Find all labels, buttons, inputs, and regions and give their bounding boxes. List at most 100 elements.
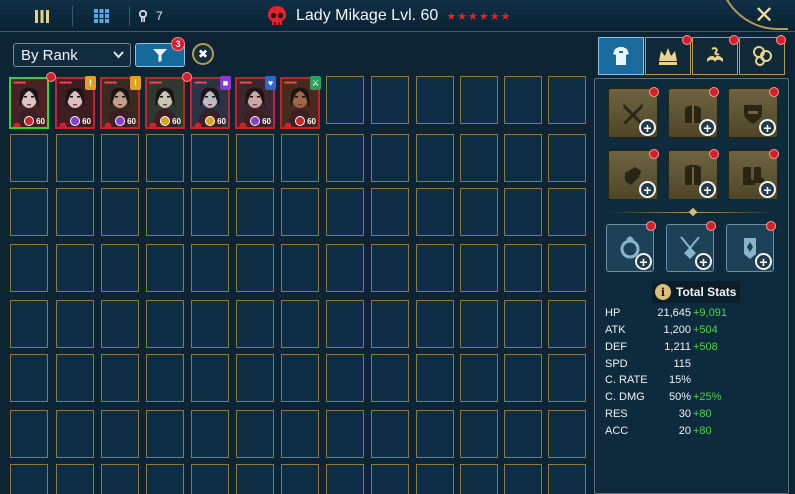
champion-grid: ●●●●●● 60 ●●●●●● 60! ●●●●●● 60! ●●●●●● 60 ●●●●●●… (9, 72, 590, 494)
faction-icon (149, 117, 157, 127)
add-icon: + (699, 181, 716, 198)
stat-value: 20 (678, 425, 691, 437)
close-icon[interactable]: ✕ (754, 1, 774, 30)
empty-champion-slot (326, 134, 364, 182)
empty-champion-slot (101, 188, 139, 236)
champion-level: 60 (82, 117, 91, 126)
ring-slot[interactable]: + (606, 224, 654, 272)
empty-champion-slot (326, 300, 364, 348)
clear-filter-button[interactable]: ✖ (192, 43, 214, 65)
empty-champion-slot (416, 76, 454, 124)
empty-champion-slot (191, 464, 229, 494)
grid-icon[interactable] (88, 0, 114, 32)
stat-name: HP (605, 307, 621, 319)
stat-row: ACC 20 +80 (605, 425, 785, 443)
stat-name: ATK (605, 324, 626, 336)
affinity-icon (70, 116, 80, 126)
empty-champion-slot (146, 354, 184, 402)
tab-armor[interactable] (598, 37, 644, 75)
stat-row: RES 30 +80 (605, 408, 785, 426)
info-icon[interactable]: i (655, 284, 671, 300)
coins-icon (753, 46, 772, 66)
stat-value: 21,645 (657, 307, 691, 319)
key-count: 7 (156, 9, 163, 23)
empty-champion-slot (10, 354, 48, 402)
empty-champion-slot (10, 410, 48, 458)
champion-status-badge: ! (85, 76, 96, 90)
empty-champion-slot (371, 410, 409, 458)
champion-card[interactable]: ●●●●●● 60 (9, 77, 49, 129)
notification-dot (769, 149, 779, 159)
empty-champion-slot (326, 188, 364, 236)
rank-stars: ●●●●●● (239, 80, 252, 86)
add-icon: + (639, 181, 656, 198)
corner-ornament (718, 0, 788, 30)
total-stats-header[interactable]: i Total Stats (652, 281, 740, 303)
champion-level: 60 (217, 117, 226, 126)
add-icon: + (699, 119, 716, 136)
bars-icon[interactable] (28, 0, 56, 32)
add-icon: + (639, 119, 656, 136)
empty-champion-slot (146, 410, 184, 458)
rank-stars: ●●●●●● (13, 80, 26, 86)
affinity-icon (160, 116, 170, 126)
stat-name: C. DMG (605, 391, 645, 403)
empty-champion-slot (504, 76, 542, 124)
stat-bonus: +80 (693, 425, 712, 437)
top-bar: 7 Lady Mikage Lvl. 60 ★★★★★★ ✕ (0, 0, 795, 32)
empty-champion-slot (56, 354, 94, 402)
key-counter: 7 (138, 0, 178, 32)
stat-row: C. DMG 50% +25% (605, 391, 785, 409)
empty-champion-slot (236, 244, 274, 292)
stat-name: C. RATE (605, 374, 648, 386)
empty-champion-slot (191, 134, 229, 182)
faction-icon (284, 117, 292, 127)
stat-value: 15% (668, 374, 691, 386)
stat-bonus: +9,091 (693, 307, 727, 319)
empty-champion-slot (416, 354, 454, 402)
rank-stars: ●●●●●● (59, 80, 72, 86)
empty-champion-slot (548, 464, 586, 494)
empty-champion-slot (326, 76, 364, 124)
empty-champion-slot (504, 134, 542, 182)
affinity-icon (205, 116, 215, 126)
sort-dropdown[interactable]: By Rank (13, 43, 131, 67)
champion-status-badge: ⚔ (310, 76, 321, 90)
empty-champion-slot (281, 134, 319, 182)
notification-dot (649, 149, 659, 159)
empty-champion-slot (236, 134, 274, 182)
empty-champion-slot (326, 410, 364, 458)
empty-champion-slot (56, 300, 94, 348)
stat-bonus: +508 (693, 341, 718, 353)
add-icon: + (635, 253, 652, 270)
empty-champion-slot (281, 244, 319, 292)
champion-status-badge: ■ (220, 76, 231, 90)
empty-champion-slot (371, 354, 409, 402)
empty-champion-slot (548, 354, 586, 402)
faction-icon (13, 117, 21, 127)
notification-dot (182, 72, 192, 82)
empty-champion-slot (460, 244, 498, 292)
empty-champion-slot (504, 354, 542, 402)
notification-dot (646, 221, 656, 231)
champion-level: 60 (307, 117, 316, 126)
empty-champion-slot (326, 244, 364, 292)
champion-card[interactable]: ●●●●●● 60 (145, 77, 185, 129)
empty-champion-slot (236, 188, 274, 236)
empty-champion-slot (504, 300, 542, 348)
crown-icon (659, 48, 677, 65)
empty-champion-slot (10, 300, 48, 348)
divider (72, 6, 73, 26)
stat-row: DEF 1,211 +508 (605, 341, 785, 359)
banner-slot[interactable]: + (726, 224, 774, 272)
empty-champion-slot (416, 244, 454, 292)
amulet-slot[interactable]: + (666, 224, 714, 272)
empty-champion-slot (460, 410, 498, 458)
empty-champion-slot (56, 464, 94, 494)
skull-icon (268, 6, 286, 25)
notification-dot (46, 72, 56, 82)
rank-stars: ●●●●●● (284, 80, 297, 86)
affinity-icon (24, 116, 34, 126)
champion-level: 60 (262, 117, 271, 126)
notification-dot (709, 87, 719, 97)
